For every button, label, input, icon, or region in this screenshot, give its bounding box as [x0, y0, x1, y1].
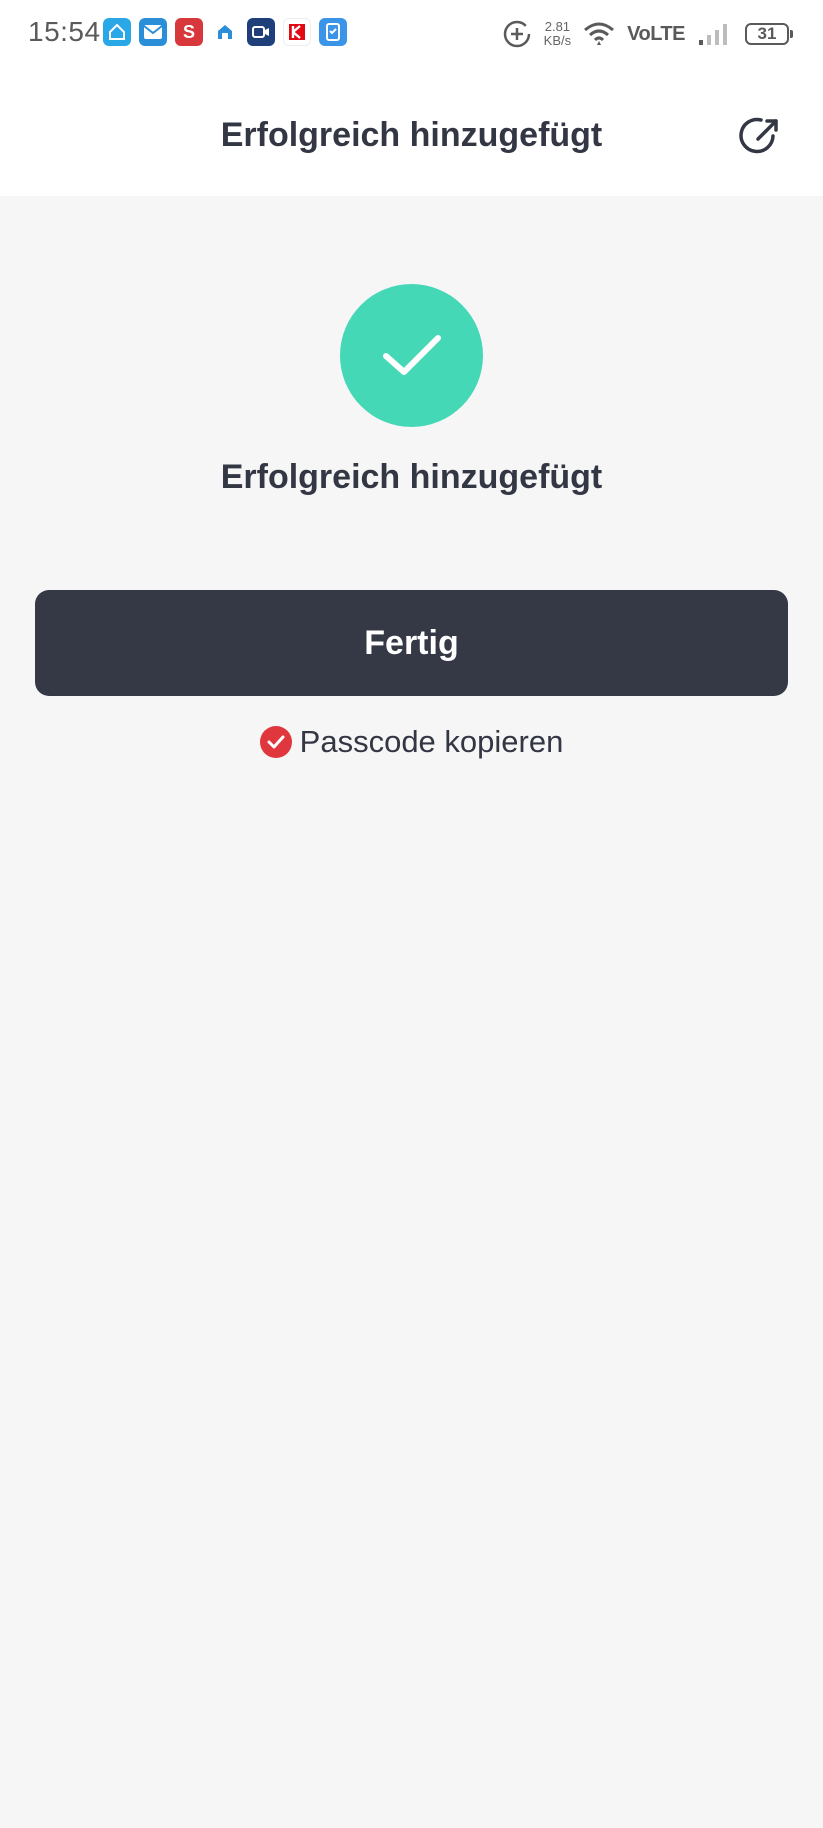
network-speed-value: 2.81: [544, 19, 571, 34]
network-speed-unit: KB/s: [543, 33, 572, 48]
s-app-icon: S: [175, 18, 203, 46]
success-message: Erfolgreich hinzugefügt: [220, 458, 603, 496]
data-saver-icon: [503, 20, 530, 48]
check-circle-icon[interactable]: [259, 726, 292, 758]
status-indicators: 2.81 KB/s VoLTE 31: [502, 14, 793, 54]
copy-passcode-label: Passcode kopieren: [299, 724, 564, 759]
status-time: 15:54: [28, 16, 101, 47]
status-bar: 15:54 S 2.81 KB/s VoLTE 31: [0, 0, 823, 68]
kaufland-icon: [283, 18, 311, 46]
share-icon: [739, 117, 778, 154]
page-title: Erfolgreich hinzugefügt: [220, 116, 603, 154]
share-button[interactable]: [739, 114, 783, 158]
wifi-icon: [584, 22, 615, 45]
battery-level: 31: [757, 24, 777, 43]
checkmark-icon: [382, 334, 441, 375]
security-app-icon: [319, 18, 347, 46]
network-speed: 2.81 KB/s: [544, 20, 571, 48]
done-button[interactable]: Fertig: [35, 590, 788, 696]
video-icon: [247, 18, 275, 46]
smart-home-icon: [211, 18, 239, 46]
home-app-icon: [103, 18, 131, 46]
notification-icons: S: [103, 18, 347, 46]
copy-passcode-option[interactable]: Passcode kopieren: [0, 724, 823, 760]
mail-icon: [139, 18, 167, 46]
signal-icon: [699, 24, 727, 45]
network-type: VoLTE: [627, 22, 685, 45]
app-header: Erfolgreich hinzugefügt: [0, 68, 823, 196]
battery-icon: 31: [745, 23, 793, 45]
success-indicator: [340, 284, 483, 427]
